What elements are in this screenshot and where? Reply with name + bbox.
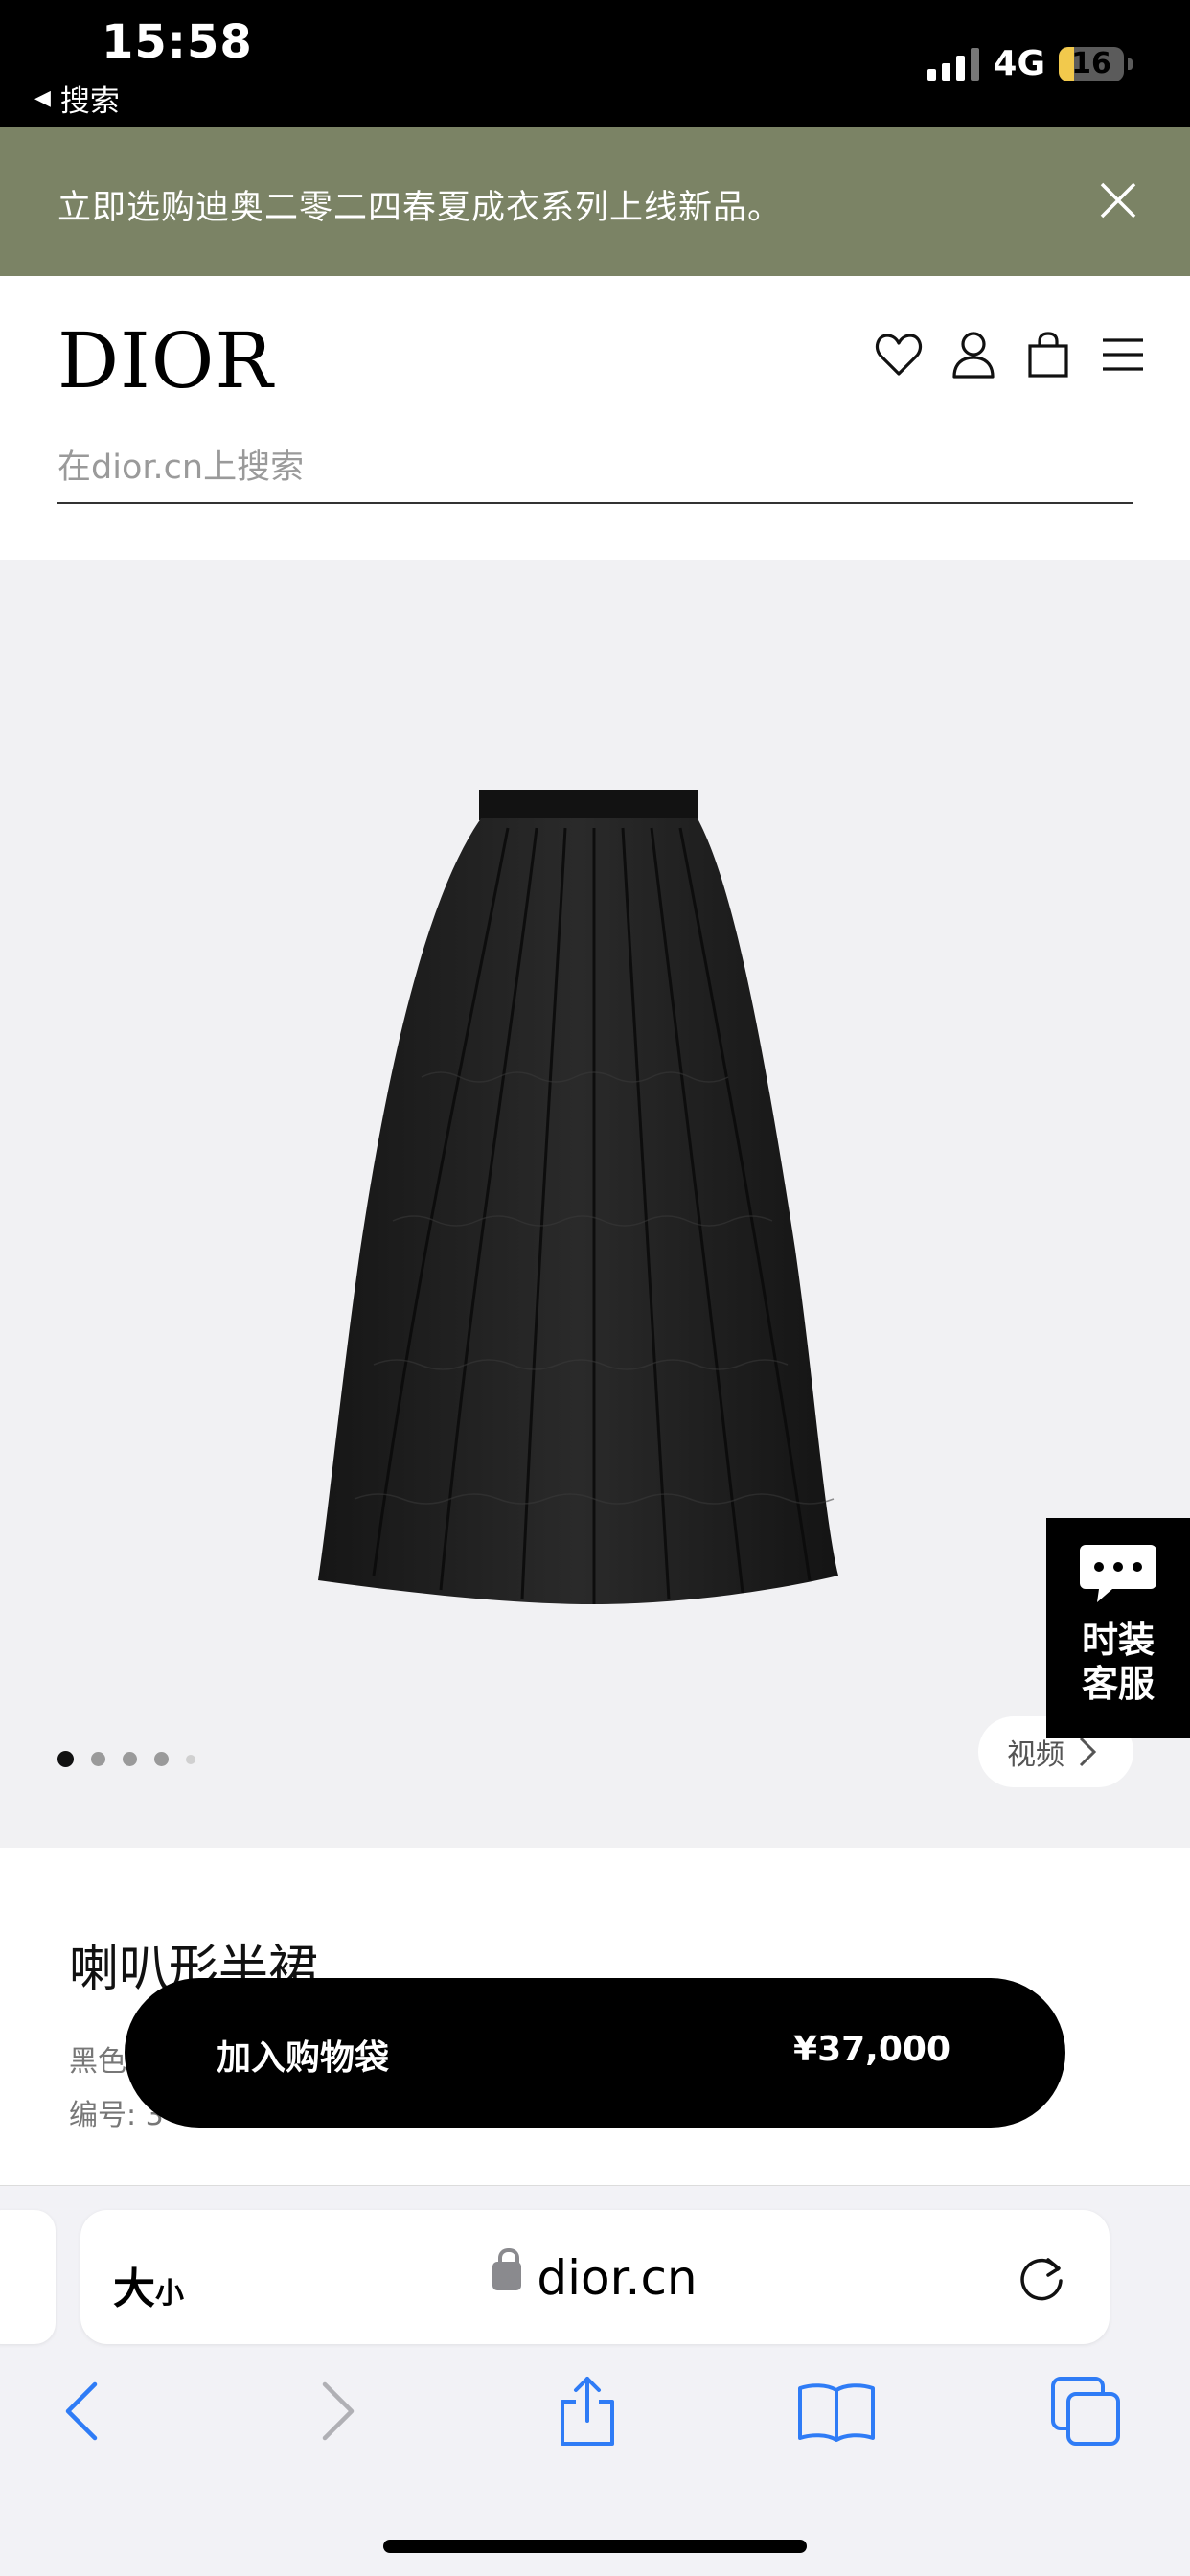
status-indicators: 4G 16 — [927, 44, 1133, 83]
page-dot[interactable] — [91, 1752, 105, 1766]
domain-text: dior.cn — [537, 2250, 698, 2306]
battery-level: 16 — [1071, 46, 1111, 80]
page-dot[interactable] — [186, 1754, 195, 1764]
account-user-icon[interactable] — [949, 330, 998, 380]
header-actions — [874, 330, 1148, 380]
add-to-bag-button[interactable]: 加入购物袋 ¥37,000 — [125, 1978, 1065, 2128]
share-icon[interactable] — [544, 2368, 630, 2454]
network-type: 4G — [993, 44, 1045, 83]
back-arrow-icon[interactable] — [38, 2368, 125, 2454]
search-input[interactable] — [57, 439, 1133, 496]
page-dot[interactable] — [123, 1752, 137, 1766]
site-header: DIOR — [0, 276, 1190, 560]
chat-bubble-icon — [1080, 1545, 1156, 1604]
url-display[interactable]: dior.cn — [80, 2248, 1110, 2306]
bookmarks-book-icon[interactable] — [793, 2368, 880, 2454]
product-image-skirt — [318, 790, 838, 1604]
menu-hamburger-icon[interactable] — [1098, 330, 1148, 380]
shopping-bag-icon[interactable] — [1023, 330, 1073, 380]
close-icon[interactable] — [1094, 176, 1142, 224]
dior-logo[interactable]: DIOR — [57, 316, 274, 405]
customer-service-button[interactable]: 时装 客服 — [1046, 1518, 1190, 1738]
reload-icon[interactable] — [1014, 2250, 1069, 2306]
add-to-bag-label: 加入购物袋 — [217, 2038, 390, 2078]
status-bar: 15:58 ◀ 搜索 4G 16 — [0, 0, 1190, 126]
page-dot[interactable] — [154, 1752, 169, 1766]
chevron-right-icon — [1079, 1736, 1097, 1767]
announcement-text[interactable]: 立即选购迪奥二零二四春夏成衣系列上线新品。 — [57, 180, 782, 229]
wishlist-heart-icon[interactable] — [874, 330, 924, 380]
tabs-overview-icon[interactable] — [1042, 2368, 1129, 2454]
address-bar[interactable]: 大小 dior.cn — [80, 2210, 1110, 2344]
product-gallery[interactable]: 视频 — [0, 560, 1190, 1848]
product-price: ¥37,000 — [793, 2030, 950, 2069]
announcement-banner: 立即选购迪奥二零二四春夏成衣系列上线新品。 — [0, 126, 1190, 276]
status-time: 15:58 — [102, 15, 253, 69]
lock-icon — [492, 2248, 522, 2290]
browser-toolbar — [0, 2368, 1190, 2483]
back-triangle-icon: ◀ — [34, 86, 51, 110]
back-label: 搜索 — [59, 84, 120, 119]
gallery-pagination[interactable] — [57, 1751, 195, 1767]
home-indicator — [383, 2540, 807, 2553]
previous-tab-peek[interactable] — [0, 2210, 56, 2344]
forward-arrow-icon[interactable] — [295, 2368, 381, 2454]
battery-icon: 16 — [1059, 46, 1124, 81]
customer-service-label: 时装 客服 — [1081, 1619, 1155, 1705]
signal-icon — [927, 47, 980, 80]
browser-bottom-bar: 大小 dior.cn — [0, 2185, 1190, 2576]
page-dot-active[interactable] — [57, 1751, 74, 1767]
product-color: 黑色 — [69, 2045, 126, 2079]
back-to-search-link[interactable]: ◀ 搜索 — [34, 77, 120, 120]
site-search — [57, 439, 1133, 504]
